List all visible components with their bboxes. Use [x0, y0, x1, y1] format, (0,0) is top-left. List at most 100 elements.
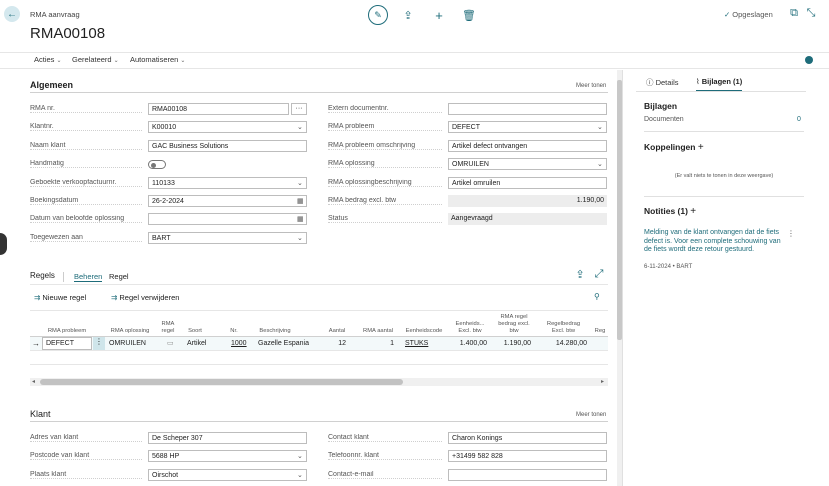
field-postcode-van-klant[interactable]: 5688 HP	[148, 450, 307, 463]
expand-icon: ⤢	[594, 267, 604, 280]
back-button[interactable]: ←	[4, 6, 20, 22]
cell-eenheid[interactable]: STUKS	[405, 340, 428, 347]
label-rma-nr: RMA nr.	[30, 105, 142, 113]
row-menu-icon[interactable]: ⋮	[93, 337, 105, 350]
filter-icon[interactable]: ⚲	[594, 292, 600, 301]
chevron-down-icon[interactable]: ⌄	[297, 234, 303, 242]
field-rma-nr[interactable]: RMA00108	[148, 103, 289, 115]
action-bar	[0, 52, 829, 69]
column-header-regelbedrag-excl-btw[interactable]: Regelbedrag Excl. btw	[540, 313, 587, 335]
cell-oplossing[interactable]: OMRUILEN	[109, 340, 146, 347]
tab-details[interactable]: ⓘ Details	[646, 77, 679, 88]
chevron-down-icon[interactable]: ⌄	[297, 179, 303, 187]
new-line-button[interactable]: ⇉ Nieuwe regel	[34, 293, 86, 302]
column-header-rma-oplossing[interactable]: RMA oplossing	[106, 313, 154, 335]
documents-count[interactable]: 0	[797, 116, 801, 123]
scroll-left-icon[interactable]: ◂	[32, 378, 35, 385]
scroll-right-icon[interactable]: ▸	[601, 378, 604, 385]
cell-rma-regel-checkbox-icon[interactable]: ▭	[167, 339, 174, 347]
field-rma-probleem[interactable]: DEFECT	[448, 121, 607, 134]
field-rma-oplossingbeschrijving[interactable]: Artikel omruilen	[448, 176, 607, 189]
calendar-icon[interactable]: ▦	[297, 197, 304, 205]
tab-beheren[interactable]: Beheren	[74, 272, 103, 282]
customer-section-title: Klant	[30, 409, 51, 419]
cell-eenheidsprijs[interactable]: 1.400,00	[448, 340, 487, 347]
chevron-down-icon[interactable]: ⌄	[597, 160, 603, 168]
chevron-down-icon: ⌄	[113, 58, 119, 64]
menu-acties[interactable]: Acties ⌄	[34, 55, 61, 64]
note-text[interactable]: Melding van de klant ontvangen dat de fi…	[644, 229, 782, 255]
field-rma-oplossing[interactable]: OMRUILEN	[448, 158, 607, 171]
share-button[interactable]: ⇪	[400, 7, 416, 23]
customer-show-more[interactable]: Meer tonen	[576, 412, 606, 418]
field-toegewezen-aan[interactable]: BART	[148, 231, 307, 244]
field-status: Aangevraagd	[448, 213, 607, 226]
cell-soort[interactable]: Artikel	[187, 340, 206, 347]
lines-expand-button[interactable]: ⤢	[593, 268, 605, 280]
lookup-button[interactable]: ···	[291, 103, 307, 115]
label-adres-van-klant: Adres van klant	[30, 434, 142, 442]
column-header-rma-regel[interactable]: RMA regel	[158, 313, 178, 335]
field-datum-van-beloofde-oplossing[interactable]	[148, 213, 307, 226]
open-new-window-button[interactable]: ⧉	[786, 5, 802, 21]
column-header-rma-aantal[interactable]: RMA aantal	[360, 313, 396, 335]
delete-line-button[interactable]: ⇉ Regel verwijderen	[111, 293, 179, 302]
cell-rma-aantal[interactable]: 1	[380, 340, 394, 347]
side-handle[interactable]	[0, 233, 7, 255]
label-rma-probleem: RMA probleem	[328, 123, 442, 132]
column-header-eenheidscode[interactable]: Eenheidscode	[403, 313, 445, 335]
menu-gerelateerd[interactable]: Gerelateerd ⌄	[72, 55, 119, 64]
field-telefoonnr-klant[interactable]: +31499 582 828	[448, 450, 607, 463]
toggle-handmatig[interactable]	[148, 160, 166, 170]
field-extern-documentnr[interactable]	[448, 103, 607, 115]
cell-aantal[interactable]: 12	[330, 340, 346, 347]
tab-attachments[interactable]: ⌇ Bijlagen (1)	[696, 77, 743, 92]
label-contact-klant: Contact klant	[328, 434, 442, 442]
chevron-down-icon[interactable]: ⌄	[297, 123, 303, 131]
links-empty-text: (Er valt niets te tonen in deze weergave…	[674, 173, 774, 179]
column-header-rma-regel-bedrag-excl-btw[interactable]: RMA regel bedrag excl. btw	[494, 313, 534, 335]
cell-nr[interactable]: 1000	[231, 340, 247, 347]
column-header-reg[interactable]: Reg	[593, 313, 607, 335]
chevron-down-icon[interactable]: ⌄	[297, 452, 303, 460]
arrow-left-icon: ←	[7, 8, 17, 20]
cell-regelbedrag[interactable]: 14.280,00	[540, 340, 587, 347]
field-adres-van-klant[interactable]: De Scheper 307	[148, 432, 307, 444]
calendar-icon[interactable]: ▦	[297, 215, 304, 223]
column-header-rma-probleem[interactable]: RMA probleem	[42, 313, 92, 335]
column-header-eenheids-excl-btw[interactable]: Eenheids... Excl. btw	[450, 313, 490, 335]
field-contact-klant[interactable]: Charon Konings	[448, 432, 607, 444]
edit-button[interactable]: ✎	[368, 5, 388, 25]
note-menu-icon[interactable]: ⋮	[787, 229, 795, 238]
plus-icon: +	[435, 7, 443, 23]
field-rma-probleem-omschrijving[interactable]: Artikel defect ontvangen	[448, 139, 607, 152]
menu-automatiseren[interactable]: Automatiseren ⌄	[130, 55, 185, 64]
field-plaats-klant[interactable]: Oirschot	[148, 468, 307, 481]
field-contact-e-mail[interactable]	[448, 468, 607, 481]
chevron-down-icon: ⌄	[180, 58, 186, 64]
tab-regel[interactable]: Regel	[109, 272, 129, 281]
column-header-beschrijving[interactable]: Beschrijving	[255, 313, 295, 335]
delete-button[interactable]: 🗑	[461, 7, 477, 23]
chevron-down-icon[interactable]: ⌄	[597, 123, 603, 131]
column-header-soort[interactable]: Soort	[183, 313, 207, 335]
field-naam-klant[interactable]: GAC Business Solutions	[148, 139, 307, 152]
delete-line-icon: ⇉	[111, 293, 118, 302]
cell-beschrijving[interactable]: Gazelle Espania	[258, 340, 309, 347]
scroll-thumb[interactable]	[40, 379, 403, 385]
column-header-aantal[interactable]: Aantal	[325, 313, 349, 335]
new-button[interactable]: +	[431, 7, 447, 23]
chevron-down-icon[interactable]: ⌄	[297, 471, 303, 479]
cell-rma-bedrag[interactable]: 1.190,00	[495, 340, 531, 347]
field-geboekte-verkoopfactuurnr[interactable]: 110133	[148, 176, 307, 189]
cell-probleem[interactable]: DEFECT	[42, 337, 92, 350]
column-header-nr[interactable]: Nr.	[228, 313, 240, 335]
general-show-more[interactable]: Meer tonen	[576, 83, 606, 89]
plus-icon: +	[697, 142, 704, 153]
info-icon[interactable]	[805, 56, 813, 64]
field-klantnr[interactable]: K00010	[148, 121, 307, 134]
field-boekingsdatum[interactable]: 26-2-2024	[148, 195, 307, 207]
attachments-title: Bijlagen	[644, 101, 678, 111]
collapse-button[interactable]: ⤡	[803, 5, 819, 21]
lines-share-button[interactable]: ⇪	[574, 268, 586, 281]
